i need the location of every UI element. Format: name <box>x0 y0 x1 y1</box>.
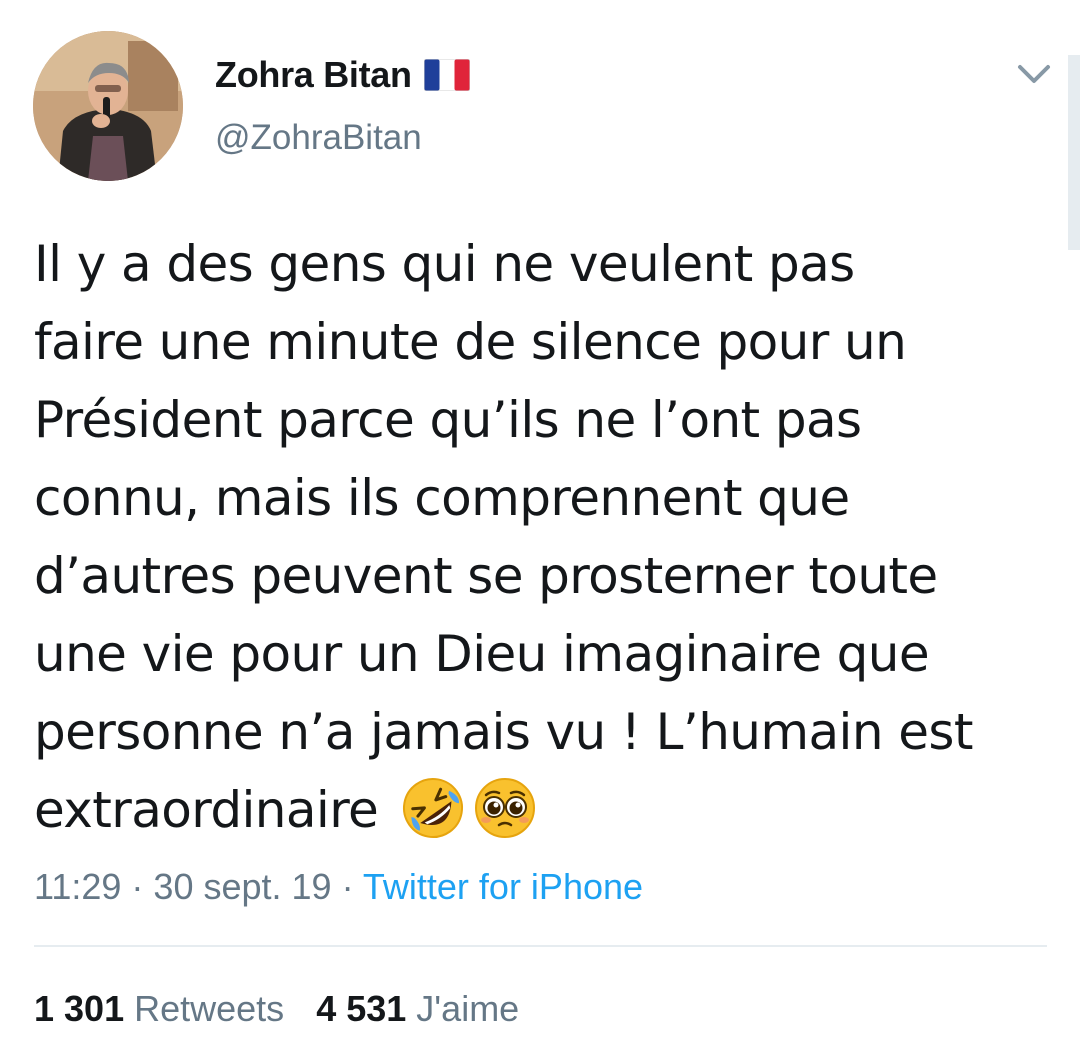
tweet-line: extraordinaire <box>34 781 379 839</box>
separator: · <box>331 866 363 907</box>
likes-count: 4 531 <box>316 988 407 1029</box>
avatar-photo <box>33 31 183 181</box>
tweet-line: d’autres peuvent se prosterner toute <box>34 547 938 605</box>
retweets-stat[interactable]: 1 301 Retweets <box>34 988 284 1029</box>
pleading-face-emoji <box>472 775 538 841</box>
tweet-line-last: extraordinaire <box>34 771 1054 849</box>
rolling-on-floor-laughing-emoji <box>400 775 466 841</box>
chevron-down-icon[interactable] <box>1012 55 1056 91</box>
likes-label: J'aime <box>416 988 520 1029</box>
retweets-count: 1 301 <box>34 988 125 1029</box>
divider <box>34 945 1047 947</box>
tweet-text: Il y a des gens qui ne veulent pas faire … <box>34 225 1054 849</box>
tweet-date[interactable]: 30 sept. 19 <box>153 866 331 907</box>
user-name-row[interactable]: Zohra Bitan <box>215 50 471 100</box>
tweet-source-link[interactable]: Twitter for iPhone <box>363 866 643 907</box>
scrollbar[interactable] <box>1068 55 1080 250</box>
likes-stat[interactable]: 4 531 J'aime <box>316 988 519 1029</box>
tweet-line: Président parce qu’ils ne l’ont pas <box>34 391 862 449</box>
tweet-stats: 1 301 Retweets 4 531 J'aime <box>34 988 519 1030</box>
display-name[interactable]: Zohra Bitan <box>215 54 412 96</box>
tweet-time[interactable]: 11:29 <box>34 866 121 907</box>
avatar[interactable] <box>33 31 183 181</box>
tweet-line: une vie pour un Dieu imaginaire que <box>34 625 930 683</box>
tweet-line: personne n’a jamais vu ! L’humain est <box>34 703 973 761</box>
separator: · <box>121 866 154 907</box>
retweets-label: Retweets <box>134 988 285 1029</box>
tweet-meta: 11:29 · 30 sept. 19 · Twitter for iPhone <box>34 866 643 908</box>
user-handle[interactable]: @ZohraBitan <box>215 118 422 158</box>
tweet-line: faire une minute de silence pour un <box>34 313 907 371</box>
tweet-line: Il y a des gens qui ne veulent pas <box>34 235 855 293</box>
tweet-line: connu, mais ils comprennent que <box>34 469 850 527</box>
france-flag-icon <box>423 58 471 92</box>
